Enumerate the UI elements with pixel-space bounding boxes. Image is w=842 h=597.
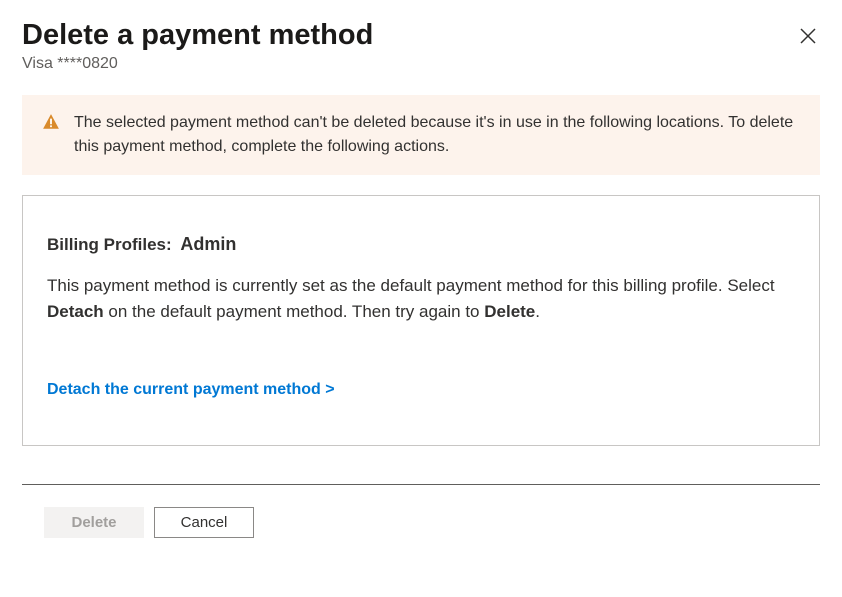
dialog-header: Delete a payment method Visa ****0820 [22, 18, 820, 73]
profile-description: This payment method is currently set as … [47, 273, 795, 326]
title-block: Delete a payment method Visa ****0820 [22, 18, 796, 73]
profile-name: Admin [180, 234, 236, 254]
button-row: Delete Cancel [44, 507, 820, 538]
dialog-subtitle: Visa ****0820 [22, 55, 796, 73]
desc-text-3: . [535, 302, 540, 321]
warning-banner: The selected payment method can't be del… [22, 95, 820, 175]
profile-label: Billing Profiles: [47, 235, 172, 254]
dialog-title: Delete a payment method [22, 18, 796, 53]
desc-strong-detach: Detach [47, 302, 104, 321]
desc-text-2: on the default payment method. Then try … [104, 302, 485, 321]
desc-strong-delete: Delete [484, 302, 535, 321]
cancel-button[interactable]: Cancel [154, 507, 254, 538]
warning-message: The selected payment method can't be del… [74, 111, 800, 159]
close-button[interactable] [796, 24, 820, 51]
billing-profile-card: Billing Profiles: Admin This payment met… [22, 195, 820, 447]
desc-text-1: This payment method is currently set as … [47, 276, 775, 295]
profile-line: Billing Profiles: Admin [47, 234, 795, 255]
detach-link[interactable]: Detach the current payment method > [47, 381, 335, 399]
delete-button: Delete [44, 507, 144, 538]
close-icon [800, 32, 816, 47]
divider [22, 484, 820, 485]
warning-icon [42, 113, 60, 136]
